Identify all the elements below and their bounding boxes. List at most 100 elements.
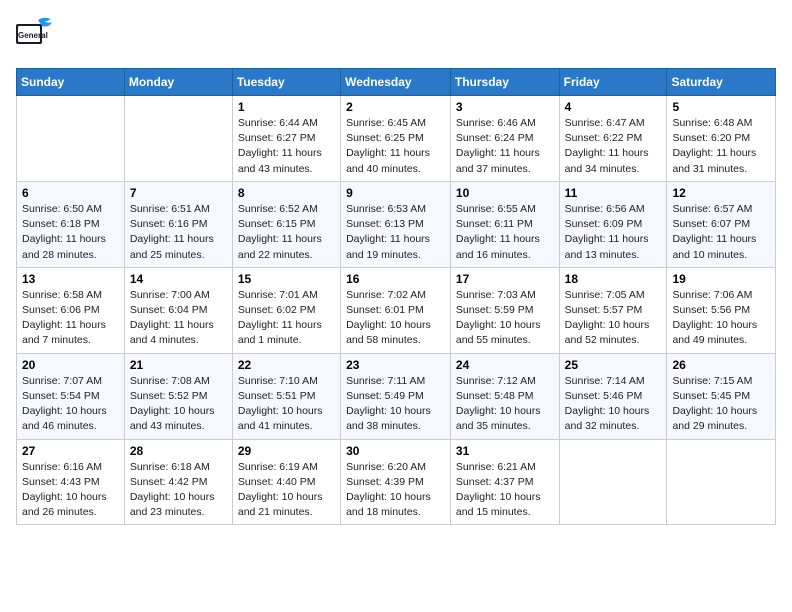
weekday-header: Friday <box>559 69 667 96</box>
day-number: 13 <box>22 272 119 286</box>
day-detail: Sunrise: 7:10 AMSunset: 5:51 PMDaylight:… <box>238 374 335 435</box>
day-number: 31 <box>456 444 554 458</box>
calendar-day-cell: 28 Sunrise: 6:18 AMSunset: 4:42 PMDayligh… <box>124 439 232 525</box>
day-detail: Sunrise: 7:06 AMSunset: 5:56 PMDaylight:… <box>672 288 770 349</box>
calendar-day-cell: 22 Sunrise: 7:10 AMSunset: 5:51 PMDayligh… <box>232 353 340 439</box>
day-detail: Sunrise: 6:56 AMSunset: 6:09 PMDaylight:… <box>565 202 662 263</box>
calendar-week-row: 20Sunrise: 7:07 AMSunset: 5:54 PMDayligh… <box>17 353 776 439</box>
calendar-day-cell: 14 Sunrise: 7:00 AMSunset: 6:04 PMDayligh… <box>124 267 232 353</box>
calendar-table: SundayMondayTuesdayWednesdayThursdayFrid… <box>16 68 776 525</box>
calendar-day-cell: 11 Sunrise: 6:56 AMSunset: 6:09 PMDayligh… <box>559 181 667 267</box>
calendar-day-cell: 23Sunrise: 7:11 AMSunset: 5:49 PMDayligh… <box>341 353 451 439</box>
day-detail: Sunrise: 6:58 AMSunset: 6:06 PMDaylight:… <box>22 288 119 349</box>
day-detail: Sunrise: 7:00 AMSunset: 6:04 PMDaylight:… <box>130 288 227 349</box>
calendar-day-cell: 24 Sunrise: 7:12 AMSunset: 5:48 PMDayligh… <box>450 353 559 439</box>
weekday-header: Wednesday <box>341 69 451 96</box>
calendar-day-cell: 1 Sunrise: 6:44 AMSunset: 6:27 PMDaylight… <box>232 96 340 182</box>
day-number: 16 <box>346 272 445 286</box>
calendar-week-row: 6 Sunrise: 6:50 AMSunset: 6:18 PMDaylight… <box>17 181 776 267</box>
weekday-header: Thursday <box>450 69 559 96</box>
day-detail: Sunrise: 6:16 AMSunset: 4:43 PMDaylight:… <box>22 460 119 521</box>
calendar-day-cell: 8 Sunrise: 6:52 AMSunset: 6:15 PMDaylight… <box>232 181 340 267</box>
day-detail: Sunrise: 6:44 AMSunset: 6:27 PMDaylight:… <box>238 116 335 177</box>
day-detail: Sunrise: 6:55 AMSunset: 6:11 PMDaylight:… <box>456 202 554 263</box>
day-number: 30 <box>346 444 445 458</box>
day-detail: Sunrise: 6:46 AMSunset: 6:24 PMDaylight:… <box>456 116 554 177</box>
day-detail: Sunrise: 7:12 AMSunset: 5:48 PMDaylight:… <box>456 374 554 435</box>
calendar-day-cell: 20Sunrise: 7:07 AMSunset: 5:54 PMDayligh… <box>17 353 125 439</box>
day-number: 4 <box>565 100 662 114</box>
calendar-header: SundayMondayTuesdayWednesdayThursdayFrid… <box>17 69 776 96</box>
calendar-day-cell: 2Sunrise: 6:45 AMSunset: 6:25 PMDaylight… <box>341 96 451 182</box>
day-number: 11 <box>565 186 662 200</box>
calendar-day-cell: 26Sunrise: 7:15 AMSunset: 5:45 PMDayligh… <box>667 353 776 439</box>
calendar-day-cell: 13 Sunrise: 6:58 AMSunset: 6:06 PMDayligh… <box>17 267 125 353</box>
day-number: 5 <box>672 100 770 114</box>
day-detail: Sunrise: 6:18 AMSunset: 4:42 PMDaylight:… <box>130 460 227 521</box>
day-number: 3 <box>456 100 554 114</box>
day-detail: Sunrise: 7:14 AMSunset: 5:46 PMDaylight:… <box>565 374 662 435</box>
weekday-header: Tuesday <box>232 69 340 96</box>
calendar-body: 1 Sunrise: 6:44 AMSunset: 6:27 PMDaylight… <box>17 96 776 525</box>
weekday-header: Monday <box>124 69 232 96</box>
day-number: 25 <box>565 358 662 372</box>
day-number: 24 <box>456 358 554 372</box>
calendar-day-cell: 15Sunrise: 7:01 AMSunset: 6:02 PMDayligh… <box>232 267 340 353</box>
day-detail: Sunrise: 6:53 AMSunset: 6:13 PMDaylight:… <box>346 202 445 263</box>
day-number: 2 <box>346 100 445 114</box>
weekday-header: Sunday <box>17 69 125 96</box>
calendar-week-row: 27 Sunrise: 6:16 AMSunset: 4:43 PMDayligh… <box>17 439 776 525</box>
calendar-day-cell: 6 Sunrise: 6:50 AMSunset: 6:18 PMDaylight… <box>17 181 125 267</box>
day-detail: Sunrise: 7:03 AMSunset: 5:59 PMDaylight:… <box>456 288 554 349</box>
day-number: 6 <box>22 186 119 200</box>
day-detail: Sunrise: 6:19 AMSunset: 4:40 PMDaylight:… <box>238 460 335 521</box>
day-number: 19 <box>672 272 770 286</box>
calendar-week-row: 1 Sunrise: 6:44 AMSunset: 6:27 PMDaylight… <box>17 96 776 182</box>
day-detail: Sunrise: 6:51 AMSunset: 6:16 PMDaylight:… <box>130 202 227 263</box>
day-number: 1 <box>238 100 335 114</box>
day-detail: Sunrise: 7:01 AMSunset: 6:02 PMDaylight:… <box>238 288 335 349</box>
day-detail: Sunrise: 7:11 AMSunset: 5:49 PMDaylight:… <box>346 374 445 435</box>
day-number: 22 <box>238 358 335 372</box>
day-detail: Sunrise: 7:15 AMSunset: 5:45 PMDaylight:… <box>672 374 770 435</box>
day-detail: Sunrise: 7:08 AMSunset: 5:52 PMDaylight:… <box>130 374 227 435</box>
calendar-day-cell <box>17 96 125 182</box>
calendar-day-cell <box>559 439 667 525</box>
calendar-day-cell: 27 Sunrise: 6:16 AMSunset: 4:43 PMDayligh… <box>17 439 125 525</box>
weekday-header: Saturday <box>667 69 776 96</box>
page-header: General <box>16 16 776 56</box>
day-number: 20 <box>22 358 119 372</box>
day-detail: Sunrise: 7:05 AMSunset: 5:57 PMDaylight:… <box>565 288 662 349</box>
day-number: 12 <box>672 186 770 200</box>
calendar-day-cell <box>667 439 776 525</box>
calendar-day-cell: 10Sunrise: 6:55 AMSunset: 6:11 PMDayligh… <box>450 181 559 267</box>
calendar-week-row: 13 Sunrise: 6:58 AMSunset: 6:06 PMDayligh… <box>17 267 776 353</box>
day-number: 9 <box>346 186 445 200</box>
logo: General <box>16 16 60 56</box>
calendar-day-cell: 21 Sunrise: 7:08 AMSunset: 5:52 PMDayligh… <box>124 353 232 439</box>
calendar-day-cell: 29Sunrise: 6:19 AMSunset: 4:40 PMDayligh… <box>232 439 340 525</box>
calendar-day-cell: 3 Sunrise: 6:46 AMSunset: 6:24 PMDaylight… <box>450 96 559 182</box>
day-number: 7 <box>130 186 227 200</box>
day-detail: Sunrise: 6:52 AMSunset: 6:15 PMDaylight:… <box>238 202 335 263</box>
calendar-day-cell: 25 Sunrise: 7:14 AMSunset: 5:46 PMDayligh… <box>559 353 667 439</box>
calendar-day-cell: 18 Sunrise: 7:05 AMSunset: 5:57 PMDayligh… <box>559 267 667 353</box>
calendar-day-cell: 9 Sunrise: 6:53 AMSunset: 6:13 PMDaylight… <box>341 181 451 267</box>
day-number: 27 <box>22 444 119 458</box>
day-number: 21 <box>130 358 227 372</box>
day-number: 14 <box>130 272 227 286</box>
calendar-day-cell: 5Sunrise: 6:48 AMSunset: 6:20 PMDaylight… <box>667 96 776 182</box>
day-number: 17 <box>456 272 554 286</box>
day-detail: Sunrise: 6:47 AMSunset: 6:22 PMDaylight:… <box>565 116 662 177</box>
day-number: 8 <box>238 186 335 200</box>
day-number: 18 <box>565 272 662 286</box>
calendar-day-cell: 30 Sunrise: 6:20 AMSunset: 4:39 PMDayligh… <box>341 439 451 525</box>
day-detail: Sunrise: 6:20 AMSunset: 4:39 PMDaylight:… <box>346 460 445 521</box>
day-detail: Sunrise: 6:50 AMSunset: 6:18 PMDaylight:… <box>22 202 119 263</box>
day-number: 28 <box>130 444 227 458</box>
day-detail: Sunrise: 7:02 AMSunset: 6:01 PMDaylight:… <box>346 288 445 349</box>
calendar-day-cell: 4 Sunrise: 6:47 AMSunset: 6:22 PMDaylight… <box>559 96 667 182</box>
calendar-day-cell: 12Sunrise: 6:57 AMSunset: 6:07 PMDayligh… <box>667 181 776 267</box>
calendar-day-cell: 31Sunrise: 6:21 AMSunset: 4:37 PMDayligh… <box>450 439 559 525</box>
calendar-day-cell: 7 Sunrise: 6:51 AMSunset: 6:16 PMDaylight… <box>124 181 232 267</box>
